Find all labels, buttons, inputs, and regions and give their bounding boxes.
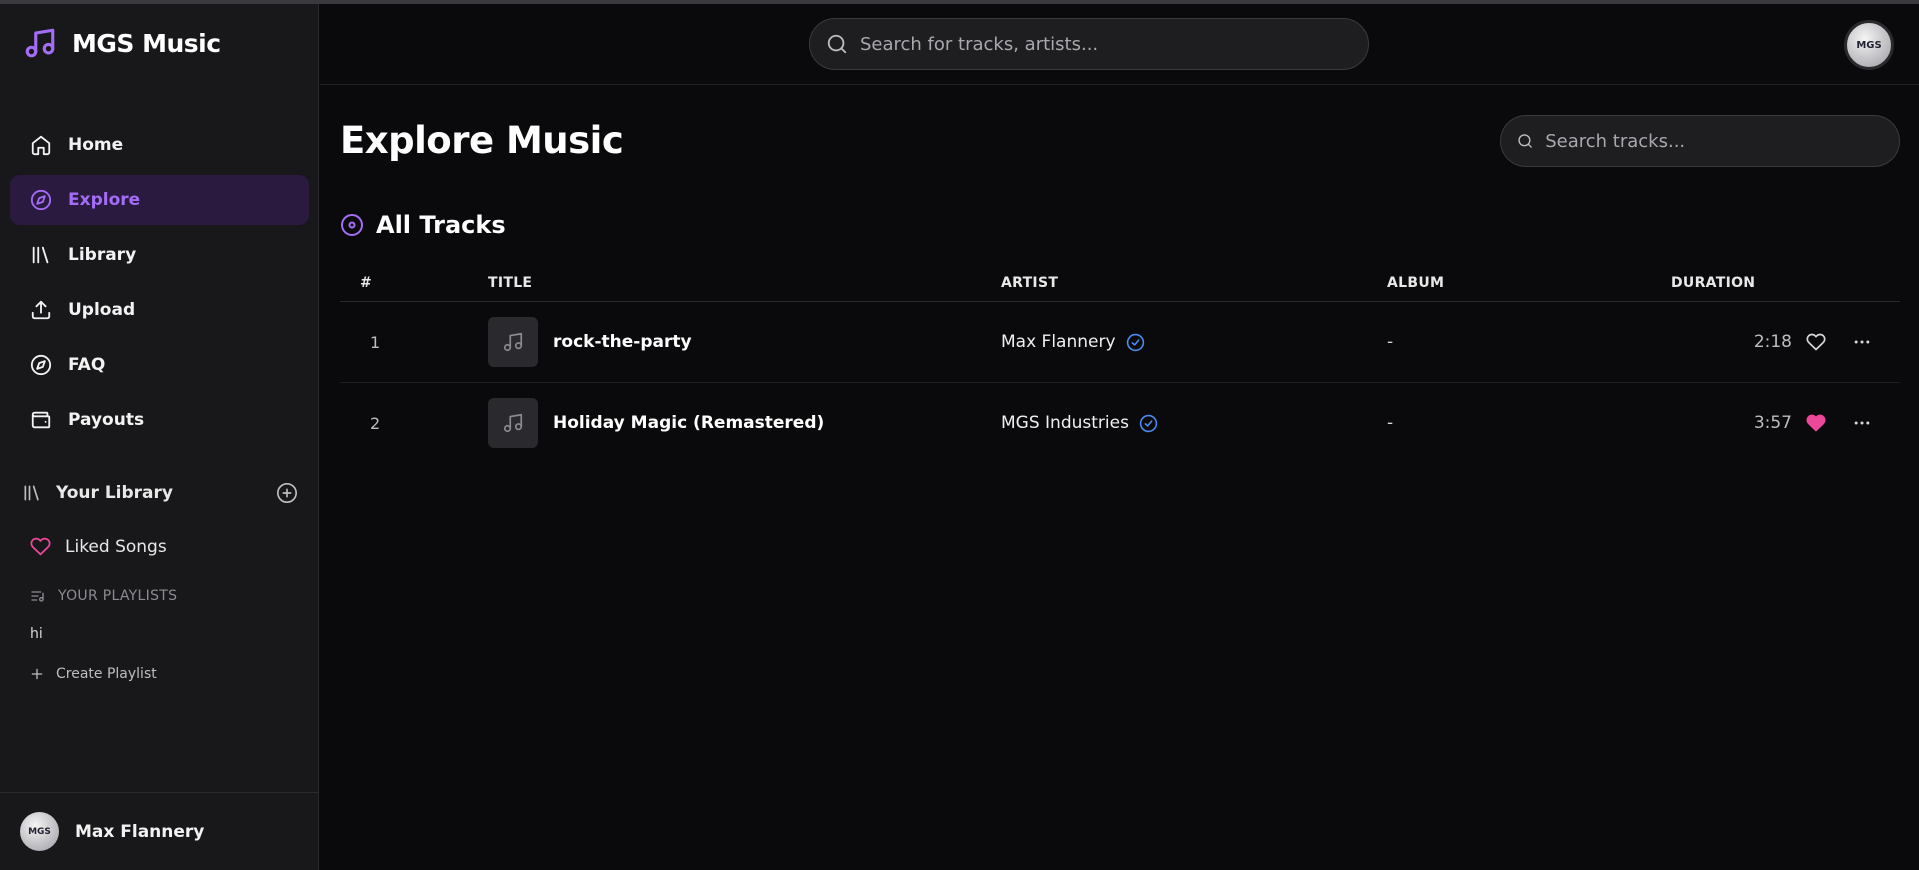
playlist-item[interactable]: hi [30, 626, 43, 642]
section-title: All Tracks [340, 211, 506, 239]
home-icon [31, 135, 51, 156]
track-thumbnail [488, 398, 538, 448]
verified-icon [1126, 333, 1144, 351]
more-horizontal-icon [1854, 421, 1870, 425]
music-note-icon [25, 28, 55, 58]
app-name: MGS Music [72, 28, 221, 58]
add-circle-icon[interactable] [276, 482, 298, 504]
your-library-button[interactable]: Your Library [22, 483, 173, 503]
column-header-album: ALBUM [1387, 275, 1445, 291]
top-header: MGS [320, 4, 1919, 85]
verified-icon [1139, 414, 1158, 432]
more-options-button[interactable] [1852, 302, 1872, 382]
nav-item-payouts[interactable]: Payouts [10, 395, 309, 445]
column-header-artist: ARTIST [1001, 275, 1059, 291]
your-playlists-header: YOUR PLAYLISTS [30, 588, 177, 604]
track-title[interactable]: Holiday Magic (Remastered) [553, 383, 824, 463]
header-avatar-logo-text: MGS [1856, 39, 1882, 51]
track-number: 1 [370, 332, 381, 352]
nav-label-library: Library [68, 245, 137, 265]
wallet-icon [31, 411, 51, 429]
artist-name: Max Flannery [1001, 332, 1116, 352]
compass-icon [30, 354, 52, 376]
avatar-logo-text: MGS [28, 826, 51, 837]
app-logo[interactable]: MGS Music [22, 26, 221, 60]
music-note-icon [503, 332, 523, 352]
nav-label-explore: Explore [68, 190, 141, 210]
column-header-title: TITLE [488, 275, 533, 291]
track-duration: 2:18 [1753, 332, 1792, 352]
column-header-num: # [360, 275, 373, 291]
upload-icon [31, 300, 51, 320]
user-name: Max Flannery [75, 821, 205, 842]
create-playlist-label: Create Playlist [56, 666, 157, 682]
sidebar: MGS Music Home Explore Library Upload FA… [0, 4, 319, 870]
track-title[interactable]: rock-the-party [553, 302, 692, 382]
playlist-icon [31, 591, 44, 602]
nav-label-home: Home [68, 135, 124, 155]
heart-outline-icon [1806, 333, 1826, 351]
nav-label-upload: Upload [68, 300, 136, 320]
header-avatar[interactable]: MGS [1844, 20, 1894, 70]
like-button[interactable] [1806, 383, 1826, 463]
your-library-label: Your Library [56, 483, 173, 503]
your-playlists-label: YOUR PLAYLISTS [58, 588, 178, 604]
heart-icon [30, 537, 51, 556]
section-title-label: All Tracks [376, 211, 506, 239]
nav-item-faq[interactable]: FAQ [10, 340, 309, 390]
track-artist[interactable]: MGS Industries [1001, 383, 1158, 463]
track-album: - [1387, 413, 1394, 433]
your-library-header: Your Library [22, 482, 298, 504]
column-header-duration: DURATION [1671, 275, 1756, 291]
track-search[interactable] [1500, 115, 1900, 167]
track-search-input[interactable] [1545, 130, 1899, 152]
user-profile[interactable]: MGS Max Flannery [0, 792, 319, 870]
track-duration: 3:57 [1753, 413, 1792, 433]
nav-label-payouts: Payouts [68, 410, 145, 430]
compass-icon [30, 189, 52, 211]
main-nav: Home Explore Library Upload FAQ Payouts [10, 120, 309, 450]
liked-songs-label: Liked Songs [65, 536, 167, 557]
create-playlist-button[interactable]: Create Playlist [30, 666, 157, 682]
table-row[interactable]: 1 rock-the-party Max Flannery - 2:18 [340, 302, 1900, 383]
global-search-input[interactable] [860, 33, 1340, 55]
nav-item-upload[interactable]: Upload [10, 285, 309, 335]
global-search[interactable] [809, 18, 1369, 70]
disc-icon [341, 214, 363, 236]
avatar: MGS [20, 812, 59, 851]
like-button[interactable] [1806, 302, 1826, 382]
music-note-icon [503, 413, 523, 433]
plus-icon [31, 668, 43, 680]
table-header: # TITLE ARTIST ALBUM DURATION [340, 268, 1900, 302]
track-album: - [1387, 332, 1394, 352]
nav-label-faq: FAQ [68, 355, 106, 375]
track-thumbnail [488, 317, 538, 367]
search-icon [827, 34, 847, 54]
nav-item-home[interactable]: Home [10, 120, 309, 170]
library-icon [32, 246, 49, 264]
heart-filled-icon [1806, 414, 1826, 432]
library-icon [24, 485, 39, 501]
nav-item-library[interactable]: Library [10, 230, 309, 280]
track-number: 2 [370, 413, 381, 433]
more-options-button[interactable] [1852, 383, 1872, 463]
liked-songs-item[interactable]: Liked Songs [30, 536, 167, 557]
artist-name: MGS Industries [1001, 413, 1129, 433]
table-row[interactable]: 2 Holiday Magic (Remastered) MGS Industr… [340, 383, 1900, 464]
tracks-table: # TITLE ARTIST ALBUM DURATION 1 rock-the… [340, 268, 1900, 464]
search-icon [1518, 134, 1532, 148]
more-horizontal-icon [1854, 340, 1870, 344]
page-title: Explore Music [340, 119, 624, 162]
track-artist[interactable]: Max Flannery [1001, 302, 1145, 382]
nav-item-explore[interactable]: Explore [10, 175, 309, 225]
